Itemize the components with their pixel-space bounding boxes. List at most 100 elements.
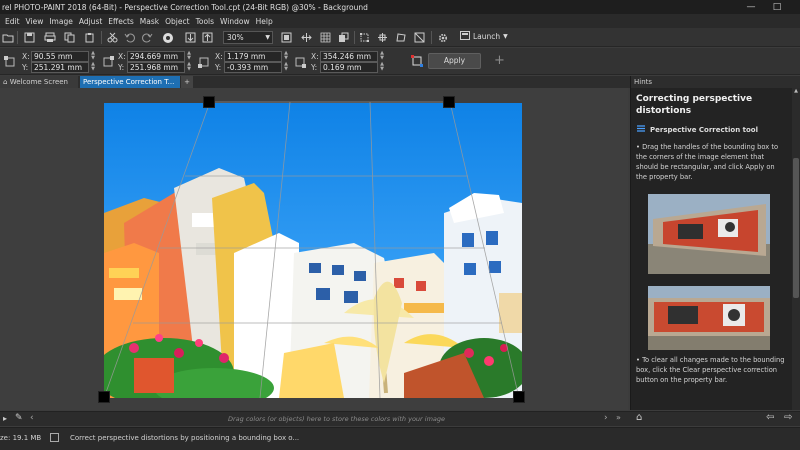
x1-field[interactable]: 90.55 mm: [31, 51, 89, 62]
document-palette: ▸ ✎ ‹ Drag colors (or objects) here to s…: [0, 411, 800, 426]
chevron-down-icon: ▼: [265, 34, 270, 41]
hints-bullet-1: • Drag the handles of the bounding box t…: [636, 143, 779, 181]
eyedropper-icon[interactable]: ✎: [15, 413, 23, 423]
hints-tool: Perspective Correction tool: [636, 124, 758, 135]
tab-perspective-correction[interactable]: Perspective Correction T...: [80, 76, 180, 88]
launch-button[interactable]: Launch ▼: [460, 31, 508, 42]
transform-icon[interactable]: [375, 30, 390, 45]
apply-button[interactable]: Apply: [428, 53, 481, 69]
maximize-icon[interactable]: □: [770, 0, 784, 14]
y2-field[interactable]: 251.968 mm: [127, 62, 185, 73]
x3-field[interactable]: 1.179 mm: [224, 51, 282, 62]
menu-window[interactable]: Window: [220, 17, 256, 26]
zoom-value: 30%: [227, 33, 244, 42]
zoom-fit-icon[interactable]: [279, 30, 294, 45]
menu-bar: Edit View Image Adjust Effects Mask Obje…: [0, 14, 800, 28]
hints-panel: Hints Correcting perspective distortions…: [630, 76, 800, 410]
top-left-corner-icon: [2, 54, 17, 69]
hints-bullet-2: • To clear all changes made to the bound…: [636, 356, 785, 384]
hints-bullet-1-text: Drag the handles of the bounding box to …: [636, 143, 779, 181]
property-bar: X: 90.55 mm ▲ ▼ Y: 251.291 mm ▲ ▼ X: 294.6…: [0, 48, 800, 75]
canvas-area[interactable]: [0, 88, 628, 410]
distort-icon[interactable]: [394, 30, 409, 45]
home-icon: ⌂: [3, 78, 8, 86]
file-size: ze: 19.1 MB: [0, 434, 42, 442]
tab-active-label: Perspective Correction T...: [83, 78, 175, 86]
clear-perspective-correction-icon[interactable]: [409, 53, 424, 68]
menu-tools[interactable]: Tools: [196, 17, 220, 26]
minimize-icon[interactable]: —: [744, 0, 758, 14]
y3-label: Y:: [215, 63, 222, 72]
y3-field[interactable]: -0.393 mm: [224, 62, 282, 73]
y2-spinner[interactable]: ▲ ▼: [186, 62, 192, 73]
perspective-correction-icon: [636, 124, 646, 135]
print-icon[interactable]: [42, 30, 57, 45]
menu-view[interactable]: View: [26, 17, 50, 26]
menu-image[interactable]: Image: [49, 17, 79, 26]
status-bar: ze: 19.1 MB Correct perspective distorti…: [0, 427, 800, 450]
perspective-handle-bottom-right[interactable]: [513, 391, 525, 403]
hints-panel-title: Hints: [631, 76, 800, 88]
undo-icon[interactable]: [122, 30, 137, 45]
hints-scrollbar[interactable]: ▲: [792, 88, 800, 410]
top-right-corner-icon: [100, 54, 115, 69]
hints-heading: Correcting perspective distortions: [636, 94, 753, 116]
scrollbar-thumb[interactable]: [793, 158, 799, 298]
x2-field[interactable]: 294.669 mm: [127, 51, 185, 62]
hints-image-after: [648, 286, 770, 350]
palette-arrow-icon[interactable]: ▸: [3, 414, 7, 423]
chevron-down-icon: ▼: [503, 33, 508, 40]
x4-field[interactable]: 354.246 mm: [320, 51, 378, 62]
y4-field[interactable]: 0.169 mm: [320, 62, 378, 73]
save-icon[interactable]: [22, 30, 37, 45]
new-tab-button[interactable]: +: [181, 76, 193, 88]
mask-icon[interactable]: [336, 30, 351, 45]
y3-spinner[interactable]: ▲ ▼: [283, 62, 289, 73]
y4-spinner[interactable]: ▲ ▼: [379, 62, 385, 73]
scroll-up-icon[interactable]: ▲: [792, 88, 800, 96]
menu-adjust[interactable]: Adjust: [79, 17, 108, 26]
hints-home-icon[interactable]: ⌂: [636, 412, 642, 423]
import-icon[interactable]: [183, 30, 198, 45]
menu-effects[interactable]: Effects: [108, 17, 140, 26]
new-document-icon[interactable]: [0, 30, 15, 45]
color-disc-icon[interactable]: [160, 30, 175, 45]
add-icon[interactable]: +: [494, 53, 505, 68]
forward-arrow-icon[interactable]: ⇨: [784, 412, 792, 423]
object-icon[interactable]: [412, 30, 427, 45]
hints-tool-name: Perspective Correction tool: [650, 125, 758, 134]
y1-field[interactable]: 251.291 mm: [31, 62, 89, 73]
back-arrow-icon[interactable]: ⇦: [766, 412, 774, 423]
perspective-handle-bottom-left[interactable]: [98, 391, 110, 403]
scroll-right-icon[interactable]: ›: [604, 413, 608, 423]
redo-icon[interactable]: [140, 30, 155, 45]
tab-welcome[interactable]: ⌂ Welcome Screen: [0, 76, 78, 88]
x3-label: X:: [215, 52, 223, 61]
settings-icon[interactable]: [435, 30, 450, 45]
menu-object[interactable]: Object: [165, 17, 195, 26]
y1-spinner[interactable]: ▲ ▼: [90, 62, 96, 73]
scroll-left-icon[interactable]: ‹: [30, 413, 34, 423]
bounding-box-icon[interactable]: [357, 30, 372, 45]
grid-icon[interactable]: [318, 30, 333, 45]
title-bar: rel PHOTO-PAINT 2018 (64-Bit) - Perspect…: [0, 0, 800, 14]
menu-edit[interactable]: Edit: [0, 17, 26, 26]
y4-label: Y:: [311, 63, 318, 72]
perspective-handle-top-right[interactable]: [443, 96, 455, 108]
perspective-handle-top-left[interactable]: [203, 96, 215, 108]
export-icon[interactable]: [200, 30, 215, 45]
fit-width-icon[interactable]: [299, 30, 314, 45]
copy-icon[interactable]: [62, 30, 77, 45]
menu-help[interactable]: Help: [256, 17, 279, 26]
menu-mask[interactable]: Mask: [140, 17, 165, 26]
hints-image-before: [648, 194, 770, 274]
cut-icon[interactable]: [105, 30, 120, 45]
tab-welcome-label: Welcome Screen: [9, 78, 68, 86]
standard-toolbar: 30% ▼ Launch ▼: [0, 28, 800, 47]
status-message: Correct perspective distortions by posit…: [70, 434, 300, 442]
perspective-guides: [103, 101, 520, 399]
palette-options-icon[interactable]: »: [616, 413, 621, 422]
paste-icon[interactable]: [82, 30, 97, 45]
zoom-level-select[interactable]: 30% ▼: [223, 31, 273, 44]
launch-icon: [460, 31, 470, 42]
